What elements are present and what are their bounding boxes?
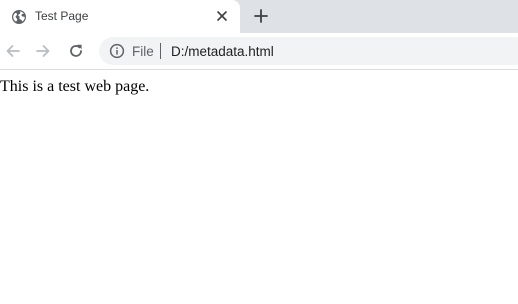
close-icon[interactable] xyxy=(214,8,230,24)
browser-window: Test Page File D:/metadata.html This is … xyxy=(0,0,518,304)
forward-button[interactable] xyxy=(33,41,53,61)
tab-title: Test Page xyxy=(35,9,89,23)
toolbar: File D:/metadata.html xyxy=(0,33,518,69)
omnibox-divider xyxy=(160,43,161,59)
info-icon[interactable] xyxy=(109,43,125,59)
plus-icon xyxy=(254,9,268,23)
globe-icon xyxy=(11,9,27,25)
file-scheme-label[interactable]: File xyxy=(132,44,154,59)
arrow-left-icon xyxy=(6,45,20,57)
url-text[interactable]: D:/metadata.html xyxy=(171,44,274,59)
arrow-right-icon xyxy=(36,45,50,57)
page-content: This is a test web page. xyxy=(0,70,518,304)
back-button[interactable] xyxy=(3,41,23,61)
tab-active[interactable]: Test Page xyxy=(0,0,240,33)
reload-button[interactable] xyxy=(66,41,86,61)
page-body-text: This is a test web page. xyxy=(0,78,150,95)
address-bar[interactable]: File D:/metadata.html xyxy=(99,37,518,65)
tab-strip: Test Page xyxy=(0,0,518,33)
new-tab-button[interactable] xyxy=(252,7,270,25)
reload-icon xyxy=(70,44,82,57)
